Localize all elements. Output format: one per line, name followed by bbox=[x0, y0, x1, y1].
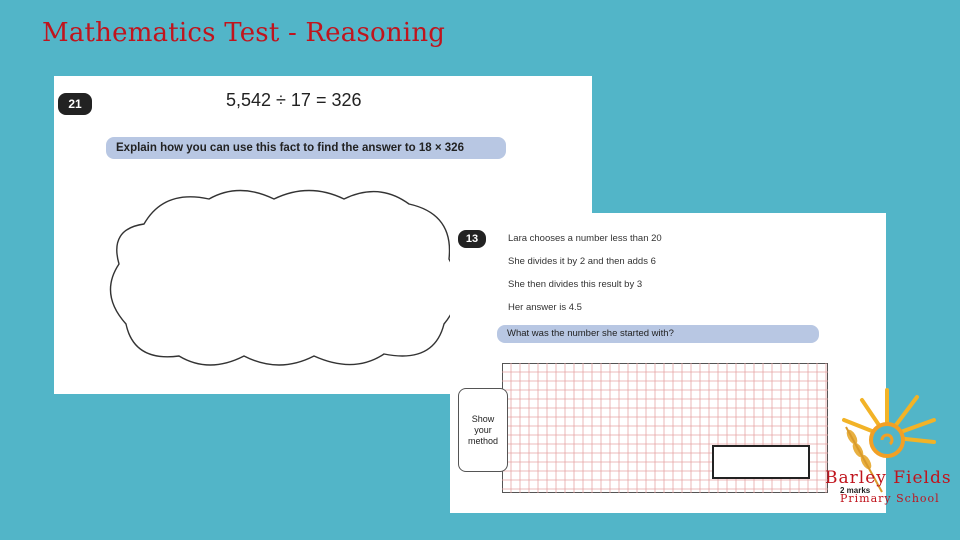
question-prompt: Explain how you can use this fact to fin… bbox=[106, 137, 506, 159]
answer-box[interactable] bbox=[712, 445, 810, 479]
question-line-3: She then divides this result by 3 bbox=[508, 279, 643, 290]
question-13-card: 13 Lara chooses a number less than 20 Sh… bbox=[450, 213, 886, 513]
given-fact: 5,542 ÷ 17 = 326 bbox=[226, 90, 362, 110]
question-number-badge: 21 bbox=[58, 93, 92, 115]
question-line-1: Lara chooses a number less than 20 bbox=[508, 233, 662, 244]
question-line-4: Her answer is 4.5 bbox=[508, 302, 582, 313]
question-prompt: What was the number she started with? bbox=[497, 325, 819, 343]
school-name-line-2: Primary School bbox=[840, 492, 940, 505]
question-number-badge: 13 bbox=[458, 230, 486, 248]
answer-cloud[interactable] bbox=[104, 184, 464, 374]
school-name-line-1: Barley Fields bbox=[825, 468, 952, 488]
show-your-method-label: Show your method bbox=[458, 388, 508, 472]
slide-title: Mathematics Test - Reasoning bbox=[42, 18, 446, 48]
question-line-2: She divides it by 2 and then adds 6 bbox=[508, 256, 656, 267]
